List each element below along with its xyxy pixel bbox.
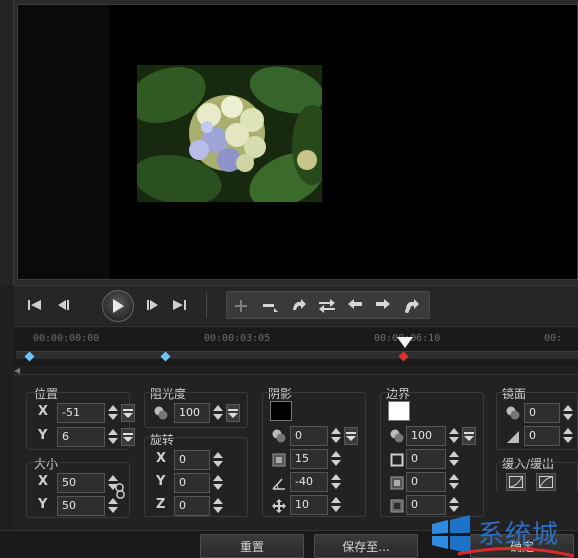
shadow-opacity-icon [272, 429, 286, 443]
delete-keyframe-button[interactable] [259, 295, 283, 317]
watermark-swoosh-icon [457, 546, 575, 558]
shadow-angle-field[interactable]: -40 [290, 472, 328, 492]
timeline-ruler[interactable]: 00:00:00:00 00:00:03:05 00:00:06:10 00: [14, 326, 578, 366]
tick-label: 00: [544, 333, 563, 344]
ease-out-button[interactable] [536, 473, 556, 491]
opacity-icon [154, 406, 168, 420]
rotation-x-spinner[interactable] [212, 450, 224, 470]
opacity-keyframe-button[interactable] [226, 404, 240, 422]
playhead[interactable] [397, 337, 413, 349]
shadow-blur-spinner[interactable] [330, 449, 342, 469]
move-right-keyframe-button[interactable] [371, 295, 395, 317]
border-opacity-spinner[interactable] [448, 426, 460, 446]
tick-label: 00:00:03:05 [204, 333, 271, 344]
transport-bar [14, 285, 578, 325]
divider [206, 292, 207, 318]
rotation-z-field[interactable]: 0 [174, 496, 210, 516]
border-roundness-icon [390, 499, 404, 513]
opacity-spinner[interactable] [212, 403, 224, 423]
shadow-opacity-field[interactable]: 0 [290, 426, 328, 446]
move-left-keyframe-button[interactable] [343, 295, 367, 317]
link-aspect-icon[interactable] [114, 483, 126, 499]
ease-in-button[interactable] [506, 473, 526, 491]
swap-keyframe-button[interactable] [315, 295, 339, 317]
mirror-offset-spinner[interactable] [562, 426, 574, 446]
size-x-field[interactable]: 50 [57, 473, 105, 493]
rotation-x-field[interactable]: 0 [174, 450, 210, 470]
left-panel-edge [0, 0, 14, 285]
properties-panel: 位置 X -51 Y 6 大小 X 50 Y 50 阻光度 100 旋转 X 0… [14, 374, 578, 530]
add-keyframe-button[interactable] [229, 295, 253, 317]
shadow-distance-field[interactable]: 10 [290, 495, 328, 515]
shadow-blur-icon [272, 453, 286, 467]
play-icon [113, 299, 124, 313]
shadow-keyframe-button[interactable] [344, 427, 358, 445]
keyframe-track[interactable] [16, 351, 578, 359]
mirror-offset-field[interactable]: 0 [524, 426, 560, 446]
shadow-blur-field[interactable]: 15 [290, 449, 328, 469]
border-color-fill [389, 402, 409, 420]
position-y-spinner[interactable] [107, 427, 119, 447]
rotation-y-field[interactable]: 0 [174, 473, 210, 493]
shadow-color-fill [271, 402, 291, 420]
preview-image-hydrangea[interactable] [137, 65, 322, 202]
size-y-field[interactable]: 50 [57, 496, 105, 516]
position-y-keyframe-button[interactable] [121, 428, 135, 446]
border-width-icon [390, 453, 404, 467]
mirror-opacity-spinner[interactable] [562, 403, 574, 423]
keyframe-toolbar [226, 291, 430, 319]
invert-keyframe-button[interactable] [287, 295, 311, 317]
mirror-opacity-icon [506, 406, 520, 420]
border-opacity-icon [390, 429, 404, 443]
border-keyframe-button[interactable] [462, 427, 476, 445]
size-x-label: X [38, 474, 49, 489]
next-frame-button[interactable] [142, 294, 164, 316]
position-y-label: Y [38, 428, 48, 443]
go-to-start-button[interactable] [24, 294, 46, 316]
mirror-offset-icon [507, 431, 519, 443]
rotation-z-spinner[interactable] [212, 496, 224, 516]
border-softness-icon [390, 476, 404, 490]
border-softness-field[interactable]: 0 [406, 472, 446, 492]
site-watermark: 系统城 [426, 510, 578, 558]
position-x-field[interactable]: -51 [57, 403, 105, 423]
size-y-spinner[interactable] [107, 496, 119, 516]
shadow-opacity-spinner[interactable] [330, 426, 342, 446]
rotation-z-label: Z [156, 497, 166, 512]
position-x-spinner[interactable] [107, 403, 119, 423]
position-x-keyframe-button[interactable] [121, 404, 135, 422]
position-x-label: X [38, 404, 49, 419]
shadow-distance-spinner[interactable] [330, 495, 342, 515]
border-softness-spinner[interactable] [448, 472, 460, 492]
border-width-spinner[interactable] [448, 449, 460, 469]
play-button[interactable] [102, 290, 134, 322]
position-y-field[interactable]: 6 [57, 427, 105, 447]
go-to-end-button[interactable] [168, 294, 190, 316]
save-as-button[interactable]: 保存至... [314, 534, 418, 558]
shadow-angle-icon [272, 478, 285, 490]
previous-frame-button[interactable] [52, 294, 74, 316]
shadow-angle-spinner[interactable] [330, 472, 342, 492]
border-width-field[interactable]: 0 [406, 449, 446, 469]
opacity-field[interactable]: 100 [174, 403, 210, 423]
rotation-x-label: X [156, 451, 167, 466]
reset-keyframe-button[interactable] [399, 295, 423, 317]
reset-button[interactable]: 重置 [200, 534, 304, 558]
shadow-distance-icon [272, 499, 286, 513]
tick-label: 00:00:00:00 [33, 333, 100, 344]
scroll-left-arrow[interactable]: ◀ [14, 366, 24, 375]
border-opacity-field[interactable]: 100 [406, 426, 446, 446]
rotation-y-spinner[interactable] [212, 473, 224, 493]
size-y-label: Y [38, 497, 48, 512]
mirror-opacity-field[interactable]: 0 [524, 403, 560, 423]
shadow-color-swatch[interactable] [270, 401, 292, 421]
rotation-y-label: Y [156, 474, 166, 489]
preview-safe-area [18, 5, 110, 279]
border-color-swatch[interactable] [388, 401, 410, 421]
